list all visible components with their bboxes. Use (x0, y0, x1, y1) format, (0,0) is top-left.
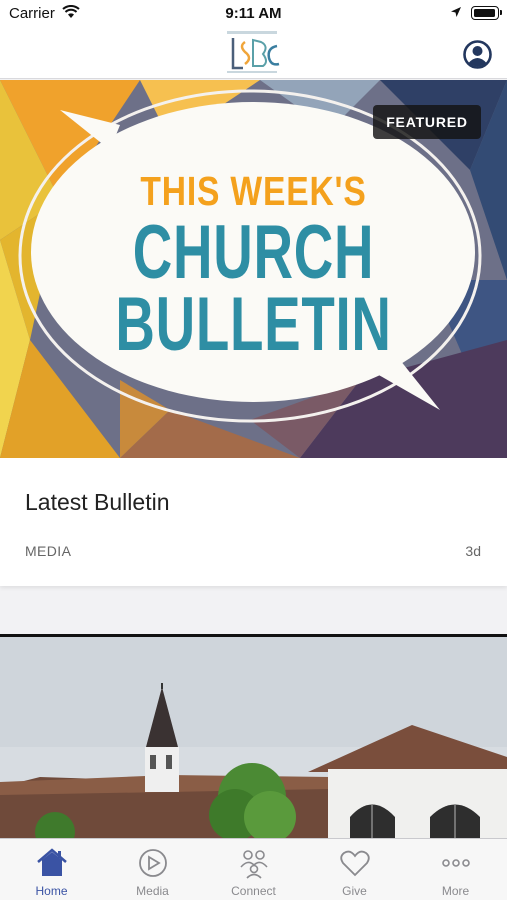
tab-media-label: Media (136, 884, 169, 898)
tab-give-label: Give (342, 884, 367, 898)
tab-connect[interactable]: Connect (203, 839, 304, 900)
tab-more-label: More (441, 884, 470, 898)
tab-bar: Home Media Connect Give More (0, 838, 507, 900)
card-age: 3d (465, 543, 481, 559)
play-icon (139, 849, 167, 877)
card-title[interactable]: Latest Bulletin (25, 489, 169, 516)
more-icon (442, 859, 470, 867)
bulletin-title-line3: BULLETIN (115, 282, 392, 367)
people-icon (240, 850, 268, 879)
tab-home-label: Home (35, 884, 68, 898)
status-time: 9:11 AM (225, 5, 282, 22)
featured-card[interactable]: THIS WEEK'S CHURCH BULLETIN FEATURED Lat… (0, 80, 507, 586)
bulletin-title-line2: CHURCH (132, 210, 375, 295)
church-building-image (0, 637, 507, 838)
heart-icon (340, 850, 370, 877)
status-bar: Carrier 9:11 AM (0, 0, 507, 28)
featured-badge: FEATURED (373, 105, 481, 139)
battery-icon (471, 6, 502, 20)
tab-home[interactable]: Home (1, 839, 102, 900)
profile-icon[interactable] (463, 40, 492, 69)
home-icon (37, 848, 67, 876)
feed-scroll-area[interactable]: THIS WEEK'S CHURCH BULLETIN FEATURED Lat… (0, 80, 507, 838)
bulletin-title-line1: THIS WEEK'S (140, 168, 367, 214)
featured-image: THIS WEEK'S CHURCH BULLETIN FEATURED (0, 80, 507, 458)
church-photo-card[interactable] (0, 634, 507, 838)
tab-more[interactable]: More (405, 839, 506, 900)
tab-give[interactable]: Give (304, 839, 405, 900)
card-category: MEDIA (25, 543, 72, 559)
nav-header (0, 28, 507, 79)
location-arrow-icon (451, 7, 461, 17)
app-screen: Carrier 9:11 AM THIS WEEK'S CHURCH BULLE… (0, 0, 507, 900)
tab-connect-label: Connect (231, 884, 276, 898)
tab-media[interactable]: Media (102, 839, 203, 900)
church-logo (227, 31, 280, 73)
